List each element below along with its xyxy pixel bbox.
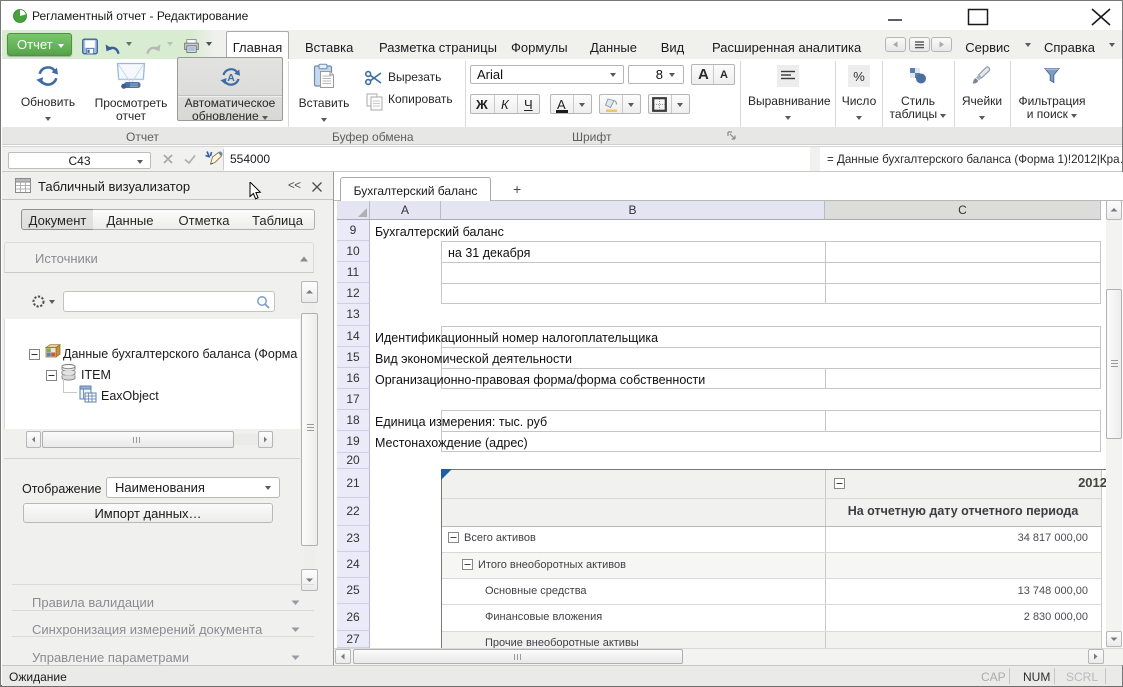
svg-text:A: A (227, 72, 235, 84)
svg-text:%: % (853, 69, 865, 84)
